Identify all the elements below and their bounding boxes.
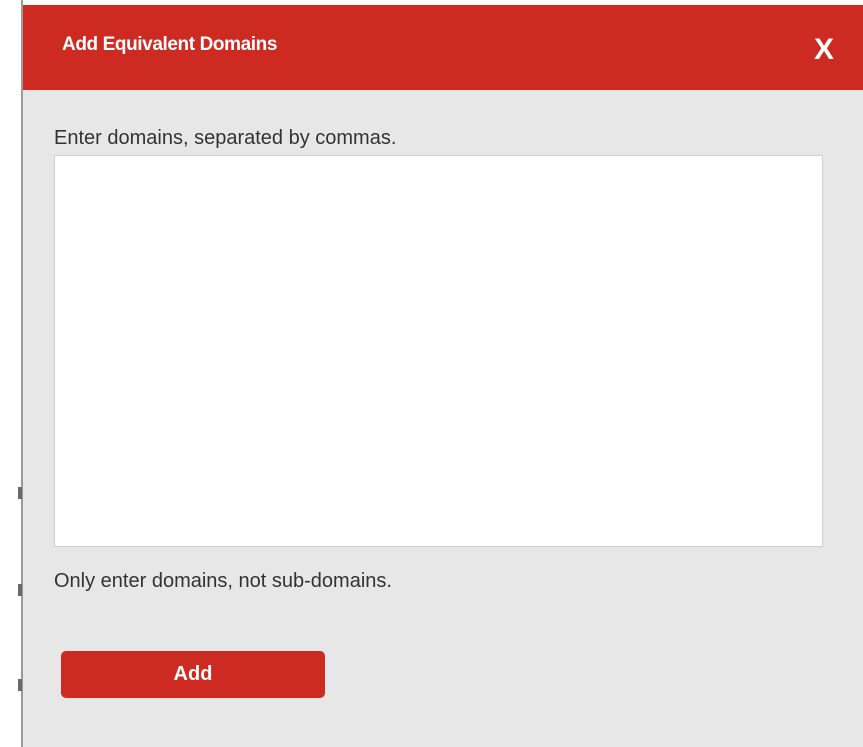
dialog-header: Add Equivalent Domains X (23, 5, 863, 90)
instruction-label: Enter domains, separated by commas. (54, 127, 397, 149)
background-page-mark (18, 679, 22, 691)
subdomain-hint: Only enter domains, not sub-domains. (54, 570, 392, 592)
background-page-mark (18, 584, 22, 596)
domains-textarea[interactable] (54, 155, 823, 547)
background-page-edge (0, 0, 23, 747)
dialog-title: Add Equivalent Domains (62, 34, 278, 55)
background-page-mark (18, 487, 22, 499)
add-button[interactable]: Add (61, 651, 325, 698)
add-equivalent-domains-dialog: Add Equivalent Domains X Enter domains, … (23, 5, 863, 747)
close-button[interactable]: X (809, 33, 839, 67)
